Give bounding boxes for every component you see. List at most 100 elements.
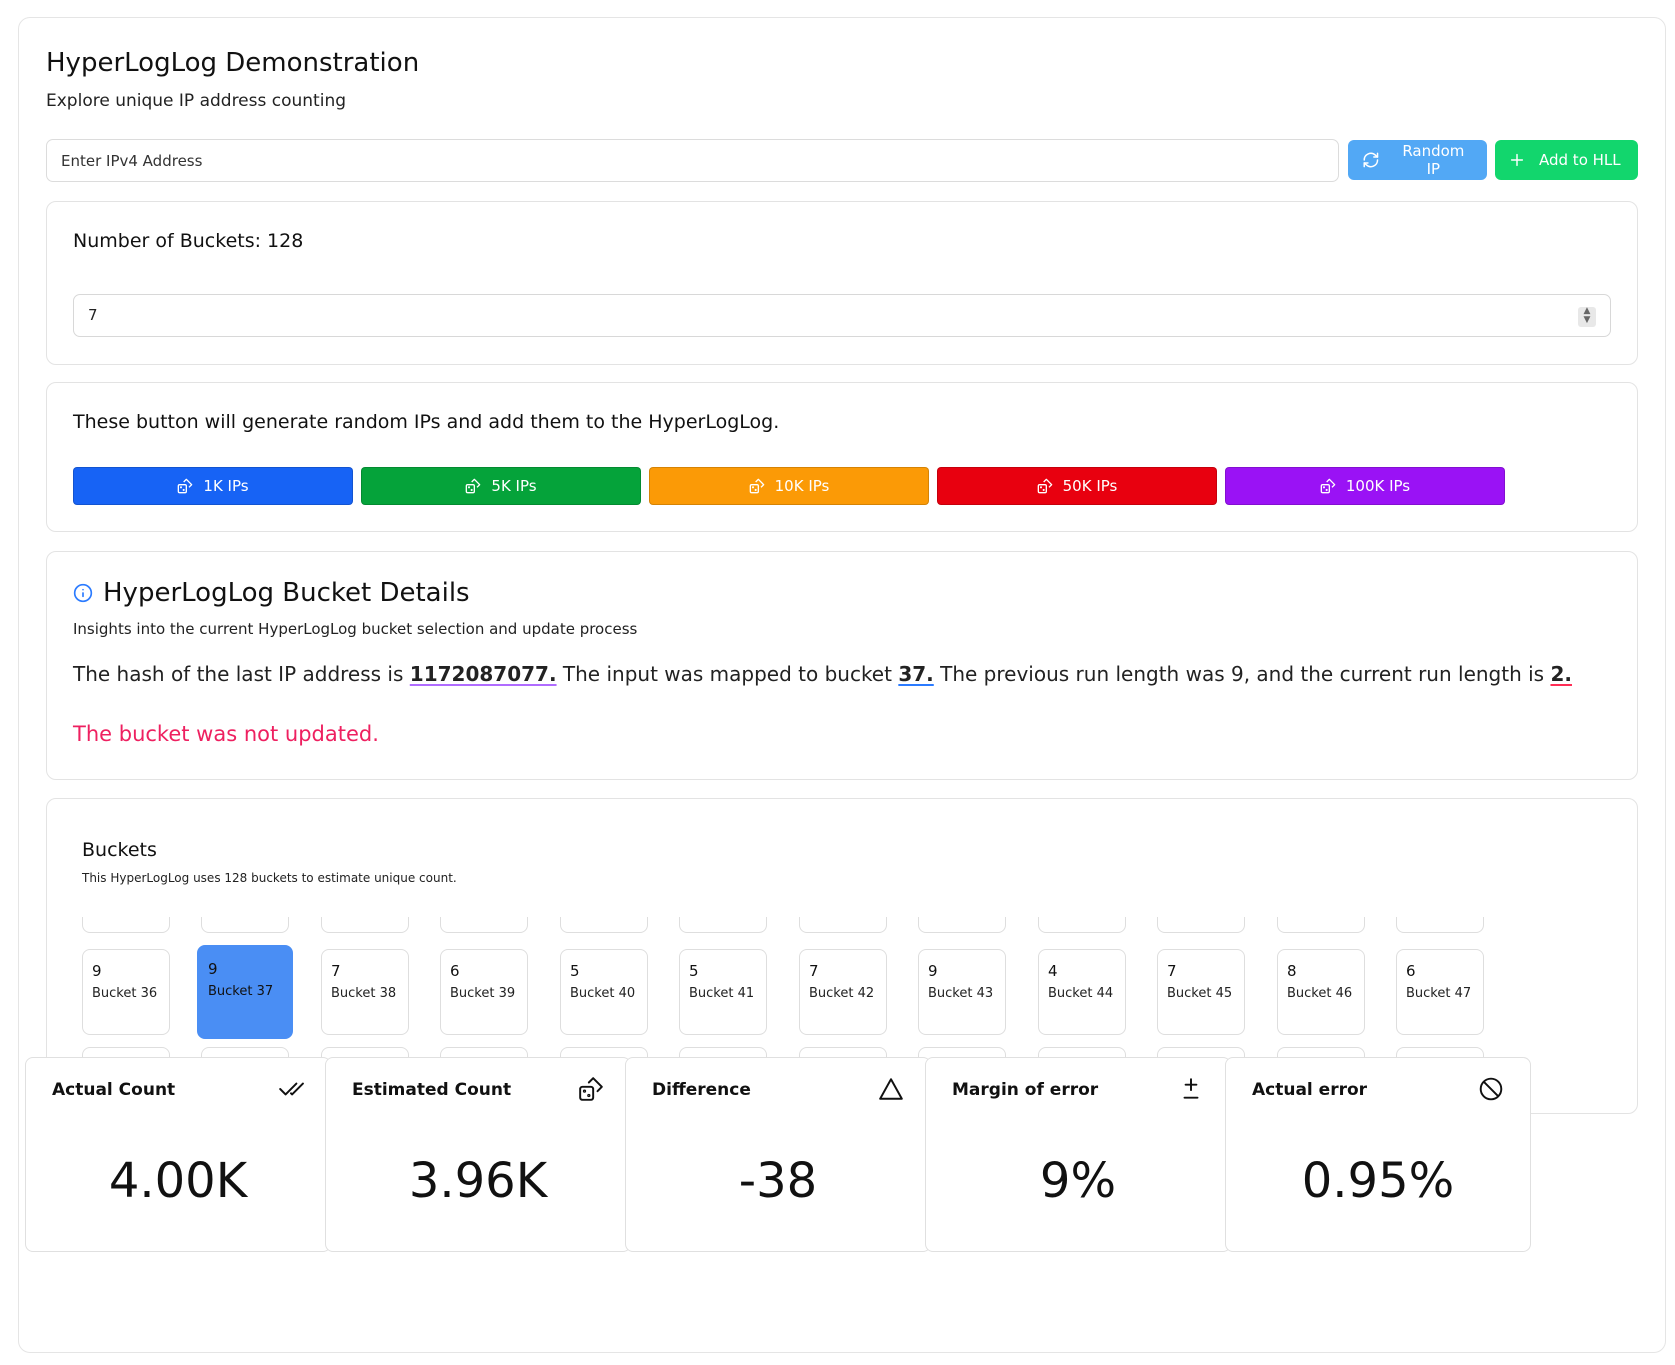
- bucket-card[interactable]: 7 Bucket 38: [321, 949, 409, 1035]
- bucket-label: Bucket 37: [208, 984, 274, 999]
- bucket-value: 6: [1406, 962, 1416, 980]
- generate-ips-label: 100K IPs: [1345, 477, 1411, 495]
- triangle-icon: [879, 1078, 903, 1100]
- generate-ips-button[interactable]: 100K IPs: [1225, 467, 1505, 505]
- bucket-card[interactable]: 8 Bucket 46: [1277, 949, 1365, 1035]
- page-subtitle: Explore unique IP address counting: [46, 91, 347, 111]
- bucket-value: 9: [208, 960, 218, 978]
- stat-label: Actual error: [1252, 1080, 1368, 1100]
- details-title-text: HyperLogLog Bucket Details: [103, 578, 470, 608]
- bucket-card: [560, 917, 648, 933]
- bucket-label: Bucket 45: [1167, 986, 1233, 1001]
- bucket-details-card: HyperLogLog Bucket Details Insights into…: [46, 551, 1638, 780]
- details-text-part: The hash of the last IP address is: [73, 662, 410, 686]
- bucket-count-card: Number of Buckets: 128 7 ▲ ▼: [46, 201, 1638, 365]
- bucket-value: 8: [1287, 962, 1297, 980]
- bucket-label: Bucket 44: [1048, 986, 1114, 1001]
- bucket-value: 7: [331, 962, 341, 980]
- bucket-value: 9: [92, 962, 102, 980]
- bucket-card[interactable]: 5 Bucket 41: [679, 949, 767, 1035]
- dice-icon: [1037, 478, 1052, 494]
- stepper-arrows-icon[interactable]: ▲ ▼: [1578, 307, 1596, 327]
- stat-value: 4.00K: [108, 1153, 248, 1209]
- refresh-icon: [1363, 152, 1379, 168]
- double-check-icon: [279, 1082, 304, 1096]
- bucket-label: Bucket 39: [450, 986, 516, 1001]
- dice-icon: [1320, 478, 1336, 494]
- stat-label: Difference: [652, 1080, 751, 1100]
- random-ip-button[interactable]: Random IP: [1348, 140, 1487, 180]
- details-text-part: The input was mapped to bucket: [556, 662, 899, 686]
- bucket-label: Bucket 46: [1287, 986, 1353, 1001]
- bucket-card[interactable]: 6 Bucket 39: [440, 949, 528, 1035]
- dice-icon: [466, 478, 481, 494]
- add-to-hll-label: Add to HLL: [1539, 151, 1621, 169]
- bucket-card: [679, 917, 767, 933]
- bucket-label: Bucket 41: [689, 986, 755, 1001]
- add-to-hll-button[interactable]: Add to HLL: [1495, 140, 1638, 180]
- info-icon: [73, 583, 93, 603]
- page-title: HyperLogLog Demonstration: [46, 48, 420, 78]
- dice-icon: [749, 478, 764, 494]
- bucket-label: Bucket 36: [92, 986, 158, 1001]
- generate-ips-label: 50K IPs: [1062, 477, 1118, 495]
- generate-ips-button[interactable]: 10K IPs: [649, 467, 929, 505]
- bucket-card: [82, 917, 170, 933]
- bucket-card: [1396, 917, 1484, 933]
- bucket-value: 4: [1048, 962, 1058, 980]
- bucket-card: [321, 917, 409, 933]
- stat-card: Actual Count 4.00K: [25, 1057, 331, 1252]
- bucket-value: 5: [689, 962, 699, 980]
- details-description: The hash of the last IP address is 11720…: [73, 662, 1572, 686]
- bucket-card: [1038, 917, 1126, 933]
- stat-card: Actual error 0.95%: [1225, 1057, 1531, 1252]
- details-title: HyperLogLog Bucket Details: [73, 578, 470, 608]
- hash-value: 1172087077.: [409, 662, 557, 686]
- prohibited-icon: [1479, 1077, 1503, 1101]
- generator-card: These button will generate random IPs an…: [46, 382, 1638, 532]
- update-status: The bucket was not updated.: [73, 722, 379, 746]
- bucket-card[interactable]: 9 Bucket 36: [82, 949, 170, 1035]
- generator-heading: These button will generate random IPs an…: [73, 411, 780, 433]
- generate-ips-button[interactable]: 1K IPs: [73, 467, 353, 505]
- bucket-card[interactable]: 5 Bucket 40: [560, 949, 648, 1035]
- buckets-heading: Buckets: [82, 839, 157, 861]
- buckets-subtitle: This HyperLogLog uses 128 buckets to est…: [82, 871, 457, 885]
- ip-address-input[interactable]: [46, 139, 1339, 182]
- stat-value: -38: [738, 1153, 818, 1209]
- stat-card: Difference -38: [625, 1057, 931, 1252]
- bucket-card: [1157, 917, 1245, 933]
- stat-card: Margin of error 9%: [925, 1057, 1231, 1252]
- details-text-part: The previous run length was 9, and the c…: [933, 662, 1551, 686]
- details-subtitle: Insights into the current HyperLogLog bu…: [73, 620, 638, 638]
- bucket-label: Bucket 42: [809, 986, 875, 1001]
- bucket-value: 5: [570, 962, 580, 980]
- bucket-card: [799, 917, 887, 933]
- buckets-grid[interactable]: 9 Bucket 36 9 Bucket 37 7 Bucket 38 6 Bucket 39…: [47, 917, 1637, 1072]
- bucket-card[interactable]: 4 Bucket 44: [1038, 949, 1126, 1035]
- bucket-label: Bucket 47: [1406, 986, 1472, 1001]
- bucket-value: 7: [1167, 962, 1177, 980]
- stat-label: Estimated Count: [352, 1080, 512, 1100]
- stat-label: Actual Count: [52, 1080, 176, 1100]
- plus-icon: [1510, 153, 1524, 167]
- generate-ips-label: 1K IPs: [203, 477, 249, 495]
- generate-ips-label: 10K IPs: [774, 477, 830, 495]
- bucket-bits-value: 7: [88, 306, 98, 324]
- generate-ips-button[interactable]: 50K IPs: [937, 467, 1217, 505]
- bucket-card[interactable]: 9 Bucket 43: [918, 949, 1006, 1035]
- bucket-card[interactable]: 6 Bucket 47: [1396, 949, 1484, 1035]
- stat-value: 3.96K: [408, 1153, 548, 1209]
- bucket-card: [201, 917, 289, 933]
- bucket-bits-stepper[interactable]: 7 ▲ ▼: [73, 294, 1611, 337]
- bucket-number: 37.: [898, 662, 934, 686]
- stat-card: Estimated Count 3.96K: [325, 1057, 631, 1252]
- bucket-card[interactable]: 9 Bucket 37: [197, 945, 293, 1039]
- plus-minus-icon: [1183, 1078, 1199, 1099]
- bucket-label: Bucket 38: [331, 986, 397, 1001]
- bucket-card[interactable]: 7 Bucket 42: [799, 949, 887, 1035]
- generate-ips-button[interactable]: 5K IPs: [361, 467, 641, 505]
- bucket-card[interactable]: 7 Bucket 45: [1157, 949, 1245, 1035]
- bucket-count-heading: Number of Buckets: 128: [73, 230, 304, 252]
- bucket-label: Bucket 40: [570, 986, 636, 1001]
